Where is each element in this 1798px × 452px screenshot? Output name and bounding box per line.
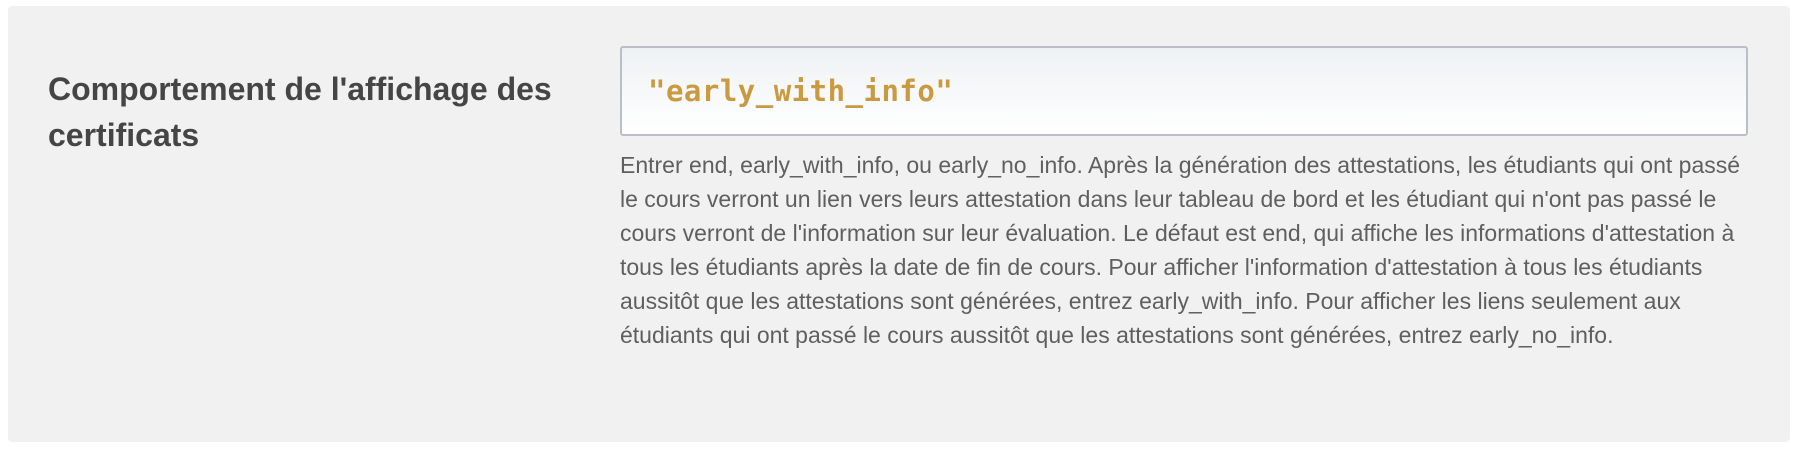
setting-help-text: Entrer end, early_with_info, ou early_no…	[620, 152, 1741, 348]
advanced-setting-panel: Comportement de l'affichage des certific…	[8, 6, 1790, 442]
setting-value-editor[interactable]: "early_with_info"	[620, 46, 1748, 136]
setting-label: Comportement de l'affichage des certific…	[48, 71, 552, 153]
setting-field-column: "early_with_info" Entrer end, early_with…	[620, 46, 1748, 352]
setting-value-text[interactable]: "early_with_info"	[648, 74, 953, 108]
